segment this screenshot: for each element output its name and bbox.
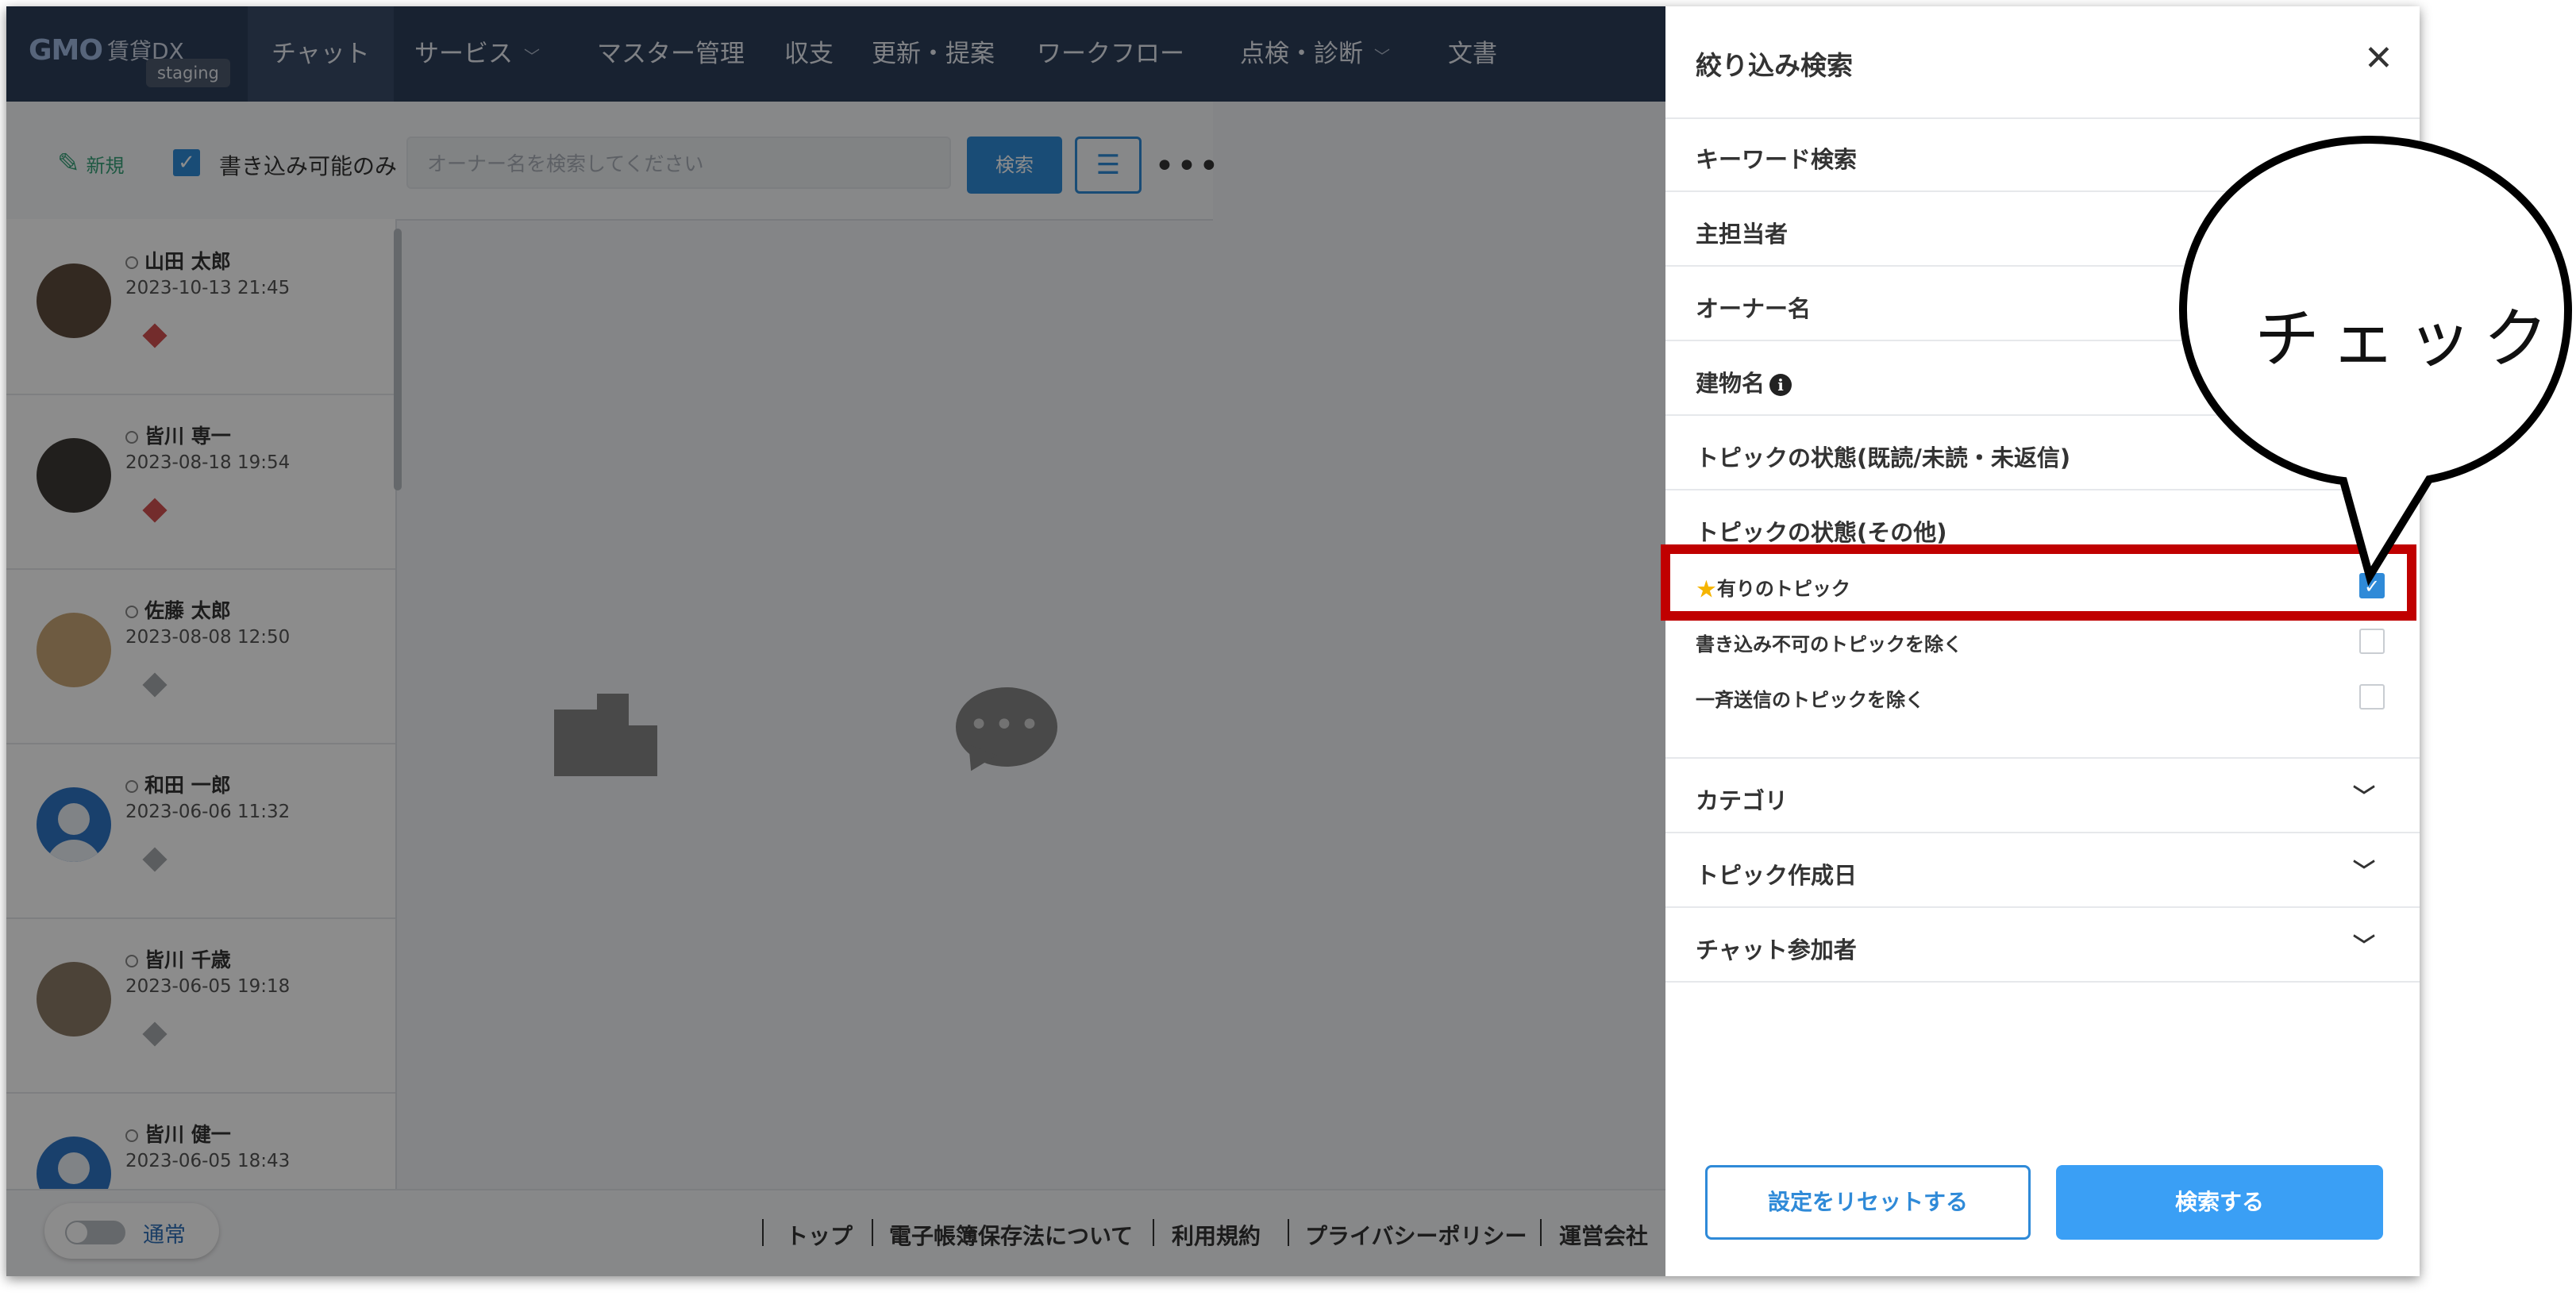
section-chat-members[interactable]: チャット参加者 ﹀ — [1665, 908, 2420, 983]
section-label: カテゴリ — [1696, 787, 1789, 814]
section-topic-created[interactable]: トピック作成日 ﹀ — [1665, 833, 2420, 908]
option-label: 書き込み不可のトピックを除く — [1696, 633, 1962, 656]
option-checkbox[interactable] — [2359, 684, 2385, 710]
reset-button[interactable]: 設定をリセットする — [1705, 1165, 2031, 1240]
chevron-down-icon: ﹀ — [2353, 933, 2376, 959]
chevron-down-icon: ﹀ — [2353, 858, 2376, 884]
option-exclude-readonly[interactable]: 書き込み不可のトピックを除く — [1696, 624, 2394, 659]
modal-overlay[interactable] — [6, 6, 1665, 1276]
app-window: GMO 賃貸DX staging チャット サービス ﹀ マスター管理 収支 更新… — [6, 6, 2420, 1276]
filter-panel-header: 絞り込み検索 ✕ — [1665, 6, 2420, 119]
info-icon[interactable]: i — [1769, 374, 1792, 396]
section-label: チャット参加者 — [1696, 937, 1857, 963]
section-label: オーナー名 — [1696, 295, 1812, 322]
section-label: トピックの状態(既読/未読・未返信) — [1696, 444, 2071, 471]
section-label: 主担当者 — [1696, 221, 1789, 248]
option-label: 一斉送信のトピックを除く — [1696, 689, 1924, 711]
chevron-down-icon: ﹀ — [2353, 783, 2376, 810]
section-label-wrap: 建物名 i — [1696, 365, 1792, 398]
option-checkbox[interactable] — [2359, 629, 2385, 654]
section-label: トピックの状態(その他) — [1696, 519, 1947, 546]
filter-panel-title: 絞り込み検索 — [1696, 50, 1853, 81]
annotation-callout-text: チェック — [2254, 302, 2560, 377]
section-label: トピック作成日 — [1696, 862, 1858, 889]
section-category[interactable]: カテゴリ ﹀ — [1665, 759, 2420, 833]
apply-search-button[interactable]: 検索する — [2056, 1165, 2383, 1240]
section-label: キーワード検索 — [1696, 146, 1858, 173]
close-icon[interactable]: ✕ — [2364, 41, 2393, 76]
option-exclude-broadcast[interactable]: 一斉送信のトピックを除く — [1696, 679, 2394, 714]
section-label: 建物名 — [1696, 370, 1765, 397]
